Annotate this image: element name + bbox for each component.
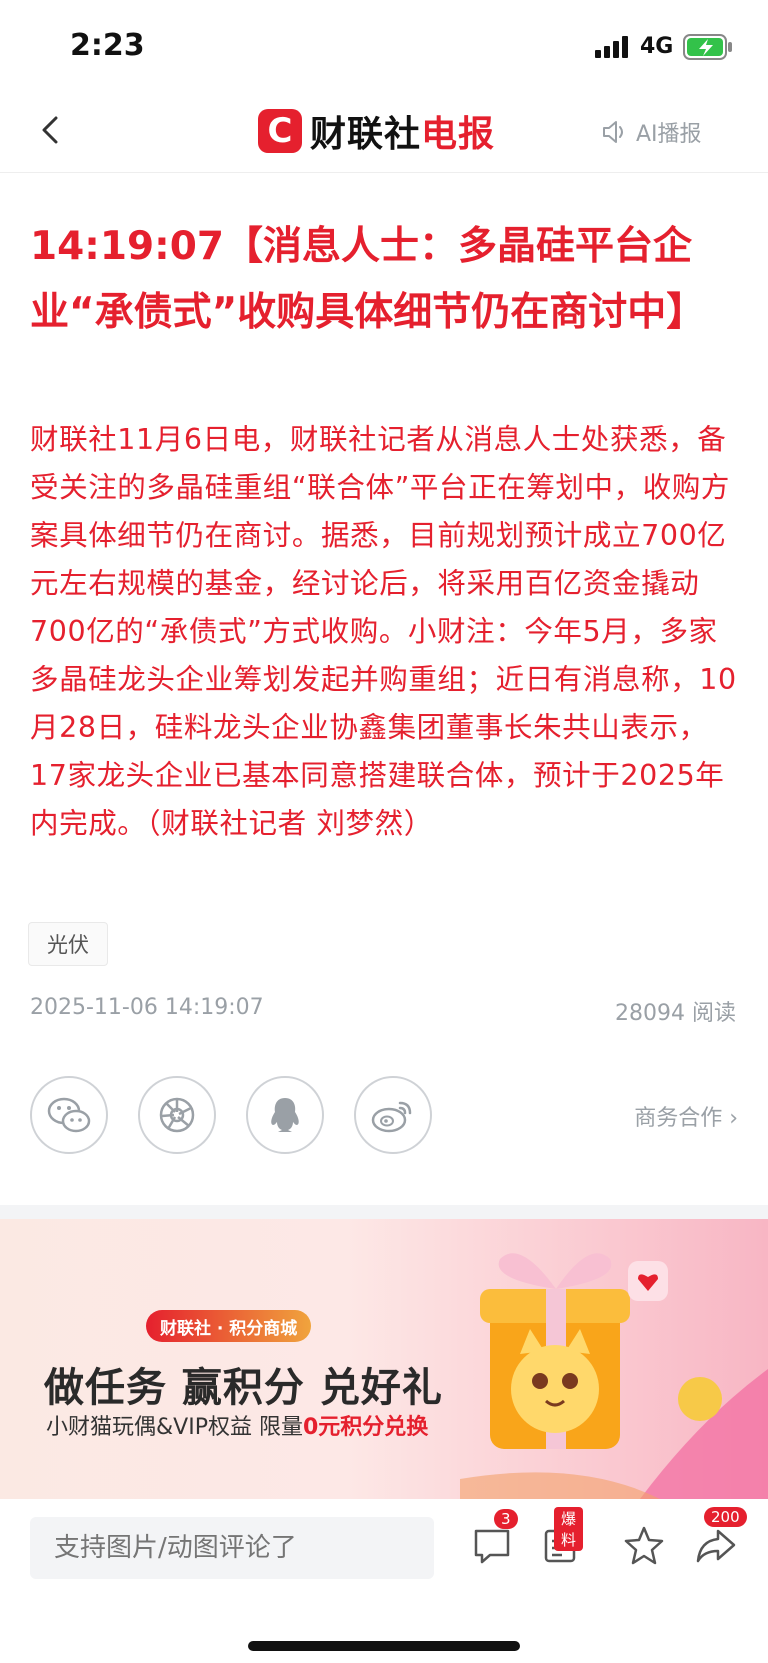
logo-text-telegraph: 电报 (421, 114, 496, 155)
share-arrow-icon (696, 1529, 736, 1563)
banner-pill: 财联社 · 积分商城 (146, 1310, 312, 1342)
share-moments-button[interactable] (138, 1076, 216, 1154)
comment-input[interactable] (30, 1517, 434, 1579)
banner-subtitle-highlight: 0元积分兑换 (302, 1415, 429, 1440)
qq-icon (271, 1098, 299, 1132)
comment-count-badge: 3 (494, 1509, 518, 1529)
moments-icon (159, 1097, 195, 1133)
ai-broadcast-button[interactable]: AI播报 (600, 112, 702, 152)
gift-box-cat-illustration (460, 1253, 768, 1499)
section-divider (0, 1205, 768, 1219)
logo-mark: C (258, 109, 302, 153)
read-count: 28094 阅读 (615, 1001, 736, 1026)
business-cooperation-link[interactable]: 商务合作 › (634, 1100, 738, 1132)
network-type: 4G (640, 34, 674, 59)
logo-text-brand: 财联社 (310, 114, 422, 155)
cls-logo: C 财联社 电报 (258, 106, 495, 156)
article-headline: 14:19:07【消息人士：多晶硅平台企业“承债式”收购具体细节仍在商讨中】 (30, 224, 706, 335)
banner-subtitle: 小财猫玩偶&VIP权益 限量0元积分兑换 (46, 1409, 428, 1441)
comments-button[interactable]: 3 (470, 1509, 518, 1567)
signal-icon (595, 36, 628, 58)
home-indicator[interactable] (248, 1641, 520, 1651)
share-qq-button[interactable] (246, 1076, 324, 1154)
article-body: 财联社11月6日电，财联社记者从消息人士处获悉，备受关注的多晶硅重组“联合体”平… (30, 423, 737, 840)
publish-date: 2025-11-06 14:19:07 (30, 995, 264, 1020)
weibo-icon (371, 1101, 412, 1133)
back-arrow-icon[interactable] (36, 110, 66, 150)
points-mall-banner[interactable]: 财联社 · 积分商城 做任务 赢积分 兑好礼 小财猫玩偶&VIP权益 限量0元积… (0, 1219, 768, 1499)
share-weibo-button[interactable] (354, 1076, 432, 1154)
ai-broadcast-label: AI播报 (636, 122, 702, 147)
bottom-action-bar: 3 爆料 200 (0, 1499, 768, 1663)
topic-tag[interactable]: 光伏 (28, 922, 108, 966)
report-news-button[interactable]: 爆料 (538, 1507, 584, 1567)
top-nav-bar: C 财联社 电报 AI播报 (0, 92, 768, 173)
speaker-icon (603, 121, 623, 143)
share-wechat-button[interactable] (30, 1076, 108, 1154)
favorite-button[interactable] (622, 1523, 666, 1567)
wechat-icon (47, 1097, 91, 1133)
banner-title: 做任务 赢积分 兑好礼 (44, 1365, 443, 1411)
battery-charging-icon (683, 34, 732, 60)
share-button[interactable]: 200 (694, 1507, 747, 1567)
comment-bubble-icon (474, 1529, 510, 1564)
star-icon (624, 1526, 664, 1565)
status-bar: 2:23 4G (0, 0, 768, 92)
status-time: 2:23 (70, 28, 145, 63)
banner-subtitle-prefix: 小财猫玩偶&VIP权益 限量 (46, 1415, 303, 1440)
share-count-badge: 200 (704, 1507, 747, 1527)
report-badge: 爆料 (554, 1507, 584, 1551)
